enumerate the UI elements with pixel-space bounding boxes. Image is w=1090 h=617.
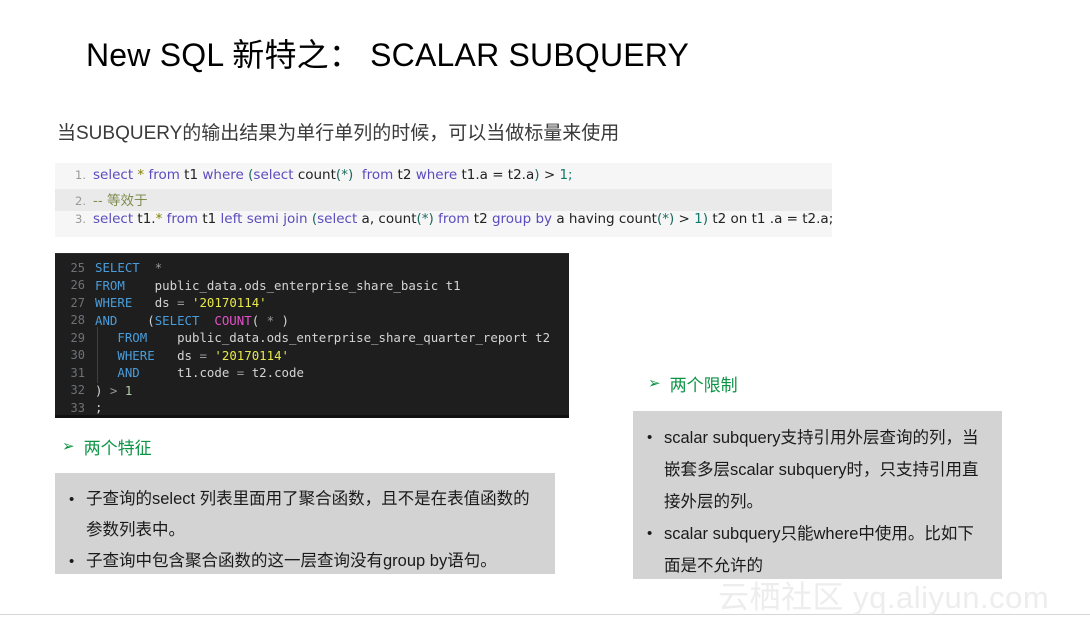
editor-line-text: FROM public_data.ods_enterprise_share_ba… bbox=[95, 277, 461, 293]
code-line-number: 3. bbox=[75, 212, 86, 226]
editor-line-text: WHERE ds = '20170114' bbox=[95, 295, 267, 311]
editor-line: 27 WHERE ds = '20170114' bbox=[55, 294, 569, 312]
subtitle-text: 当SUBQUERY的输出结果为单行单列的时候，可以当做标量来使用 bbox=[57, 123, 620, 144]
editor-line-text: FROM public_data.ods_enterprise_share_qu… bbox=[95, 327, 550, 349]
sql-code-block-light: 1. select * from t1 where (select count(*… bbox=[55, 163, 834, 237]
editor-line-number: 29 bbox=[70, 330, 85, 345]
code-line: 3. select t1.* from t1 left semi join (se… bbox=[55, 211, 834, 233]
limits-heading-label: 两个限制 bbox=[669, 376, 738, 395]
editor-line: 33; bbox=[55, 399, 569, 416]
editor-line-number: 26 bbox=[70, 278, 85, 293]
code-line-number: 2. bbox=[75, 194, 86, 208]
editor-line-number: 32 bbox=[70, 383, 85, 398]
list-item-text: scalar subquery只能where中使用。比如下面是不允许的 bbox=[664, 525, 974, 575]
list-item: • scalar subquery支持引用外层查询的列，当嵌套多层scalar s… bbox=[647, 422, 988, 518]
list-item: • 子查询中包含聚合函数的这一层查询没有group by语句。 bbox=[69, 546, 541, 577]
editor-line-number: 27 bbox=[70, 295, 85, 310]
list-item: • scalar subquery只能where中使用。比如下面是不允许的 bbox=[647, 518, 988, 582]
code-line-text: select t1.* from t1 left semi join (sele… bbox=[93, 211, 834, 227]
editor-line: 25 SELECT * bbox=[55, 259, 569, 277]
code-line: 2. -- 等效于 bbox=[55, 189, 832, 211]
editor-line: 32 ) > 1 bbox=[55, 382, 569, 400]
bullet-marker-icon: • bbox=[69, 491, 75, 508]
editor-line: 31 AND t1.code = t2.code bbox=[55, 362, 569, 384]
editor-line: 30 WHERE ds = '20170114' bbox=[55, 344, 569, 366]
editor-line-text: AND (SELECT COUNT( * ) bbox=[95, 312, 290, 328]
editor-line-text: AND t1.code = t2.code bbox=[95, 362, 304, 384]
editor-line-text: ) > 1 bbox=[95, 382, 133, 398]
editor-line: 29 FROM public_data.ods_enterprise_share… bbox=[55, 327, 569, 349]
editor-line: 28 AND (SELECT COUNT( * ) bbox=[55, 312, 569, 330]
editor-line-text: WHERE ds = '20170114' bbox=[95, 344, 289, 366]
editor-line: 26 FROM public_data.ods_enterprise_share_… bbox=[55, 277, 569, 295]
editor-line-number: 31 bbox=[70, 365, 85, 380]
editor-line-text: ; bbox=[95, 400, 103, 416]
arrow-bullet-icon: ➢ bbox=[62, 438, 75, 455]
sql-code-block-dark: 25 SELECT * 26 FROM public_data.ods_enterpr… bbox=[55, 253, 569, 418]
limits-bullet-box: • scalar subquery支持引用外层查询的列，当嵌套多层scalar s… bbox=[633, 411, 1002, 579]
editor-line-number: 25 bbox=[70, 260, 85, 275]
editor-line-number: 30 bbox=[70, 348, 85, 363]
bullet-marker-icon: • bbox=[647, 429, 653, 446]
list-item-text: 子查询的select 列表里面用了聚合函数，且不是在表值函数的参数列表中。 bbox=[86, 490, 530, 539]
bullet-marker-icon: • bbox=[647, 525, 653, 542]
list-item-text: scalar subquery支持引用外层查询的列，当嵌套多层scalar su… bbox=[664, 429, 979, 511]
page-title: New SQL 新特之： SCALAR SUBQUERY bbox=[86, 37, 690, 73]
code-line: 1. select * from t1 where (select count(*… bbox=[55, 167, 832, 189]
list-item: • 子查询的select 列表里面用了聚合函数，且不是在表值函数的参数列表中。 bbox=[69, 484, 541, 546]
editor-line-text: SELECT * bbox=[95, 260, 163, 276]
code-line-number: 1. bbox=[75, 168, 86, 182]
features-heading: ➢ 两个特征 bbox=[62, 434, 152, 459]
features-heading-label: 两个特征 bbox=[83, 439, 152, 458]
features-bullet-box: • 子查询的select 列表里面用了聚合函数，且不是在表值函数的参数列表中。 • 子… bbox=[55, 473, 555, 574]
list-item-text: 子查询中包含聚合函数的这一层查询没有group by语句。 bbox=[86, 552, 497, 570]
limits-heading: ➢ 两个限制 bbox=[648, 371, 738, 396]
bullet-marker-icon: • bbox=[69, 553, 75, 570]
code-line-text: select * from t1 where (select count(*) … bbox=[93, 167, 573, 183]
editor-line-number: 28 bbox=[70, 313, 85, 328]
code-line-text: -- 等效于 bbox=[93, 193, 148, 209]
editor-line-number: 33 bbox=[70, 400, 85, 415]
arrow-bullet-icon: ➢ bbox=[648, 375, 661, 392]
